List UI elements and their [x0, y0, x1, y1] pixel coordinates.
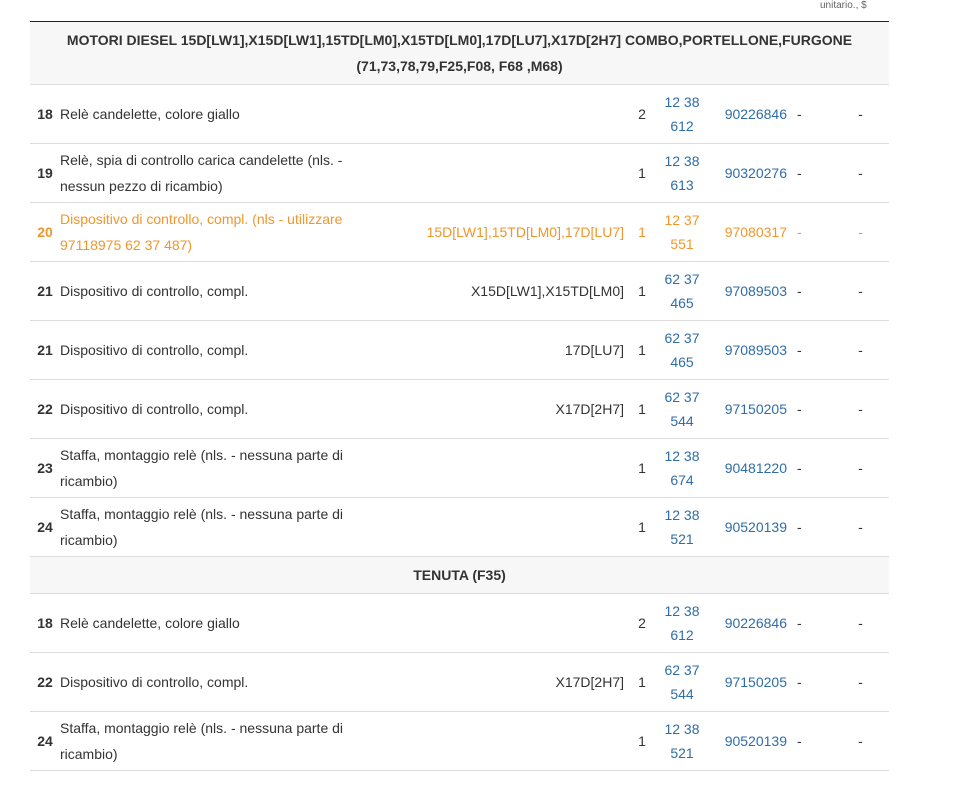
- catalog-number-link[interactable]: 12 38 674: [664, 439, 699, 497]
- part-number-link[interactable]: 90520139: [725, 733, 787, 749]
- section-title: MOTORI DIESEL 15D[LW1],X15D[LW1],15TD[LM…: [30, 21, 889, 85]
- part-number-link[interactable]: 97150205: [725, 401, 787, 417]
- quantity: 1: [638, 342, 646, 358]
- extra-value: -: [858, 519, 863, 535]
- catalog-number-link[interactable]: 62 37 465: [664, 262, 699, 320]
- column-header-unit-price: unitario., $: [820, 0, 867, 11]
- item-number: 22: [37, 401, 53, 417]
- price-value: -: [797, 401, 802, 417]
- item-description: Staffa, montaggio relè (nls. - nessuna p…: [60, 447, 344, 489]
- item-description: Dispositivo di controllo, compl.: [60, 401, 249, 417]
- item-description: Staffa, montaggio relè (nls. - nessuna p…: [60, 506, 344, 548]
- part-number-link[interactable]: 90226846: [725, 615, 787, 631]
- engine-code: 15D[LW1],15TD[LM0],17D[LU7]: [426, 224, 624, 240]
- item-number: 21: [37, 342, 53, 358]
- item-description: Relè candelette, colore giallo: [60, 106, 240, 122]
- part-number-link[interactable]: 90226846: [725, 106, 787, 122]
- extra-value: -: [858, 283, 863, 299]
- table-row: 19 Relè, spia di controllo carica candele…: [30, 143, 889, 203]
- price-value: -: [797, 733, 802, 749]
- price-value: -: [797, 224, 802, 240]
- part-number-link[interactable]: 97089503: [725, 283, 787, 299]
- item-number: 20: [37, 224, 53, 240]
- table-row: 18 Relè candelette, colore giallo 2 12 38 61…: [30, 593, 889, 653]
- item-number: 19: [37, 165, 53, 181]
- table-row: 22 Dispositivo di controllo, compl. X17D[2…: [30, 652, 889, 712]
- catalog-number-link[interactable]: 12 38 612: [664, 85, 699, 143]
- quantity: 1: [638, 401, 646, 417]
- item-number: 21: [37, 283, 53, 299]
- catalog-number-link[interactable]: 62 37 544: [664, 653, 699, 711]
- part-number-link[interactable]: 97080317: [725, 224, 787, 240]
- price-value: -: [797, 460, 802, 476]
- quantity: 1: [638, 224, 646, 240]
- engine-code: X17D[2H7]: [555, 401, 624, 417]
- price-value: -: [797, 165, 802, 181]
- table-row: 24 Staffa, montaggio relè (nls. - nessuna…: [30, 711, 889, 771]
- table-row: 21 Dispositivo di controllo, compl. 17D[LU…: [30, 320, 889, 380]
- engine-code: 17D[LU7]: [564, 342, 624, 358]
- catalog-number-link[interactable]: 62 37 465: [664, 321, 699, 379]
- table-row: 24 Staffa, montaggio relè (nls. - nessuna…: [30, 497, 889, 557]
- item-description: Relè candelette, colore giallo: [60, 615, 240, 631]
- extra-value: -: [858, 401, 863, 417]
- catalog-number-link[interactable]: 62 37 544: [664, 380, 699, 438]
- part-number-link[interactable]: 97089503: [725, 342, 787, 358]
- quantity: 1: [638, 674, 646, 690]
- table-row: 23 Staffa, montaggio relè (nls. - nessuna…: [30, 438, 889, 498]
- quantity: 1: [638, 519, 646, 535]
- item-description: Staffa, montaggio relè (nls. - nessuna p…: [60, 720, 344, 762]
- item-description: Dispositivo di controllo, compl.: [60, 283, 249, 299]
- item-number: 22: [37, 674, 53, 690]
- parts-table: MOTORI DIESEL 15D[LW1],X15D[LW1],15TD[LM…: [30, 21, 889, 771]
- table-row: 21 Dispositivo di controllo, compl. X15D[L…: [30, 261, 889, 321]
- part-number-link[interactable]: 90320276: [725, 165, 787, 181]
- item-number: 18: [37, 106, 53, 122]
- catalog-number-link[interactable]: 12 38 613: [664, 144, 699, 202]
- extra-value: -: [858, 224, 863, 240]
- item-number: 18: [37, 615, 53, 631]
- item-description: Dispositivo di controllo, compl.: [60, 674, 249, 690]
- table-row: 22 Dispositivo di controllo, compl. X17D[2…: [30, 379, 889, 439]
- price-value: -: [797, 106, 802, 122]
- catalog-number-link[interactable]: 12 37 551: [664, 203, 699, 261]
- table-row: 18 Relè candelette, colore giallo 2 12 38 61…: [30, 84, 889, 144]
- quantity: 2: [638, 615, 646, 631]
- catalog-number-link[interactable]: 12 38 612: [664, 594, 699, 652]
- part-number-link[interactable]: 90520139: [725, 519, 787, 535]
- extra-value: -: [858, 342, 863, 358]
- item-number: 24: [37, 519, 53, 535]
- price-value: -: [797, 519, 802, 535]
- price-value: -: [797, 674, 802, 690]
- extra-value: -: [858, 106, 863, 122]
- price-value: -: [797, 342, 802, 358]
- extra-value: -: [858, 615, 863, 631]
- catalog-number-link[interactable]: 12 38 521: [664, 498, 699, 556]
- item-description: Dispositivo di controllo, compl. (nls - …: [60, 211, 343, 253]
- price-value: -: [797, 615, 802, 631]
- extra-value: -: [858, 460, 863, 476]
- price-value: -: [797, 283, 802, 299]
- part-number-link[interactable]: 90481220: [725, 460, 787, 476]
- extra-value: -: [858, 165, 863, 181]
- section-title: TENUTA (F35): [30, 556, 889, 594]
- part-number-link[interactable]: 97150205: [725, 674, 787, 690]
- engine-code: X15D[LW1],X15TD[LM0]: [470, 283, 624, 299]
- section-header: TENUTA (F35): [30, 556, 889, 594]
- extra-value: -: [858, 674, 863, 690]
- quantity: 1: [638, 733, 646, 749]
- extra-value: -: [858, 733, 863, 749]
- catalog-number-link[interactable]: 12 38 521: [664, 712, 699, 770]
- quantity: 1: [638, 165, 646, 181]
- engine-code: X17D[2H7]: [555, 674, 624, 690]
- quantity: 1: [638, 283, 646, 299]
- item-number: 23: [37, 460, 53, 476]
- quantity: 1: [638, 460, 646, 476]
- quantity: 2: [638, 106, 646, 122]
- table-row: 20 Dispositivo di controllo, compl. (nls …: [30, 202, 889, 262]
- item-number: 24: [37, 733, 53, 749]
- item-description: Relè, spia di controllo carica candelett…: [60, 152, 343, 194]
- item-description: Dispositivo di controllo, compl.: [60, 342, 249, 358]
- section-header: MOTORI DIESEL 15D[LW1],X15D[LW1],15TD[LM…: [30, 21, 889, 85]
